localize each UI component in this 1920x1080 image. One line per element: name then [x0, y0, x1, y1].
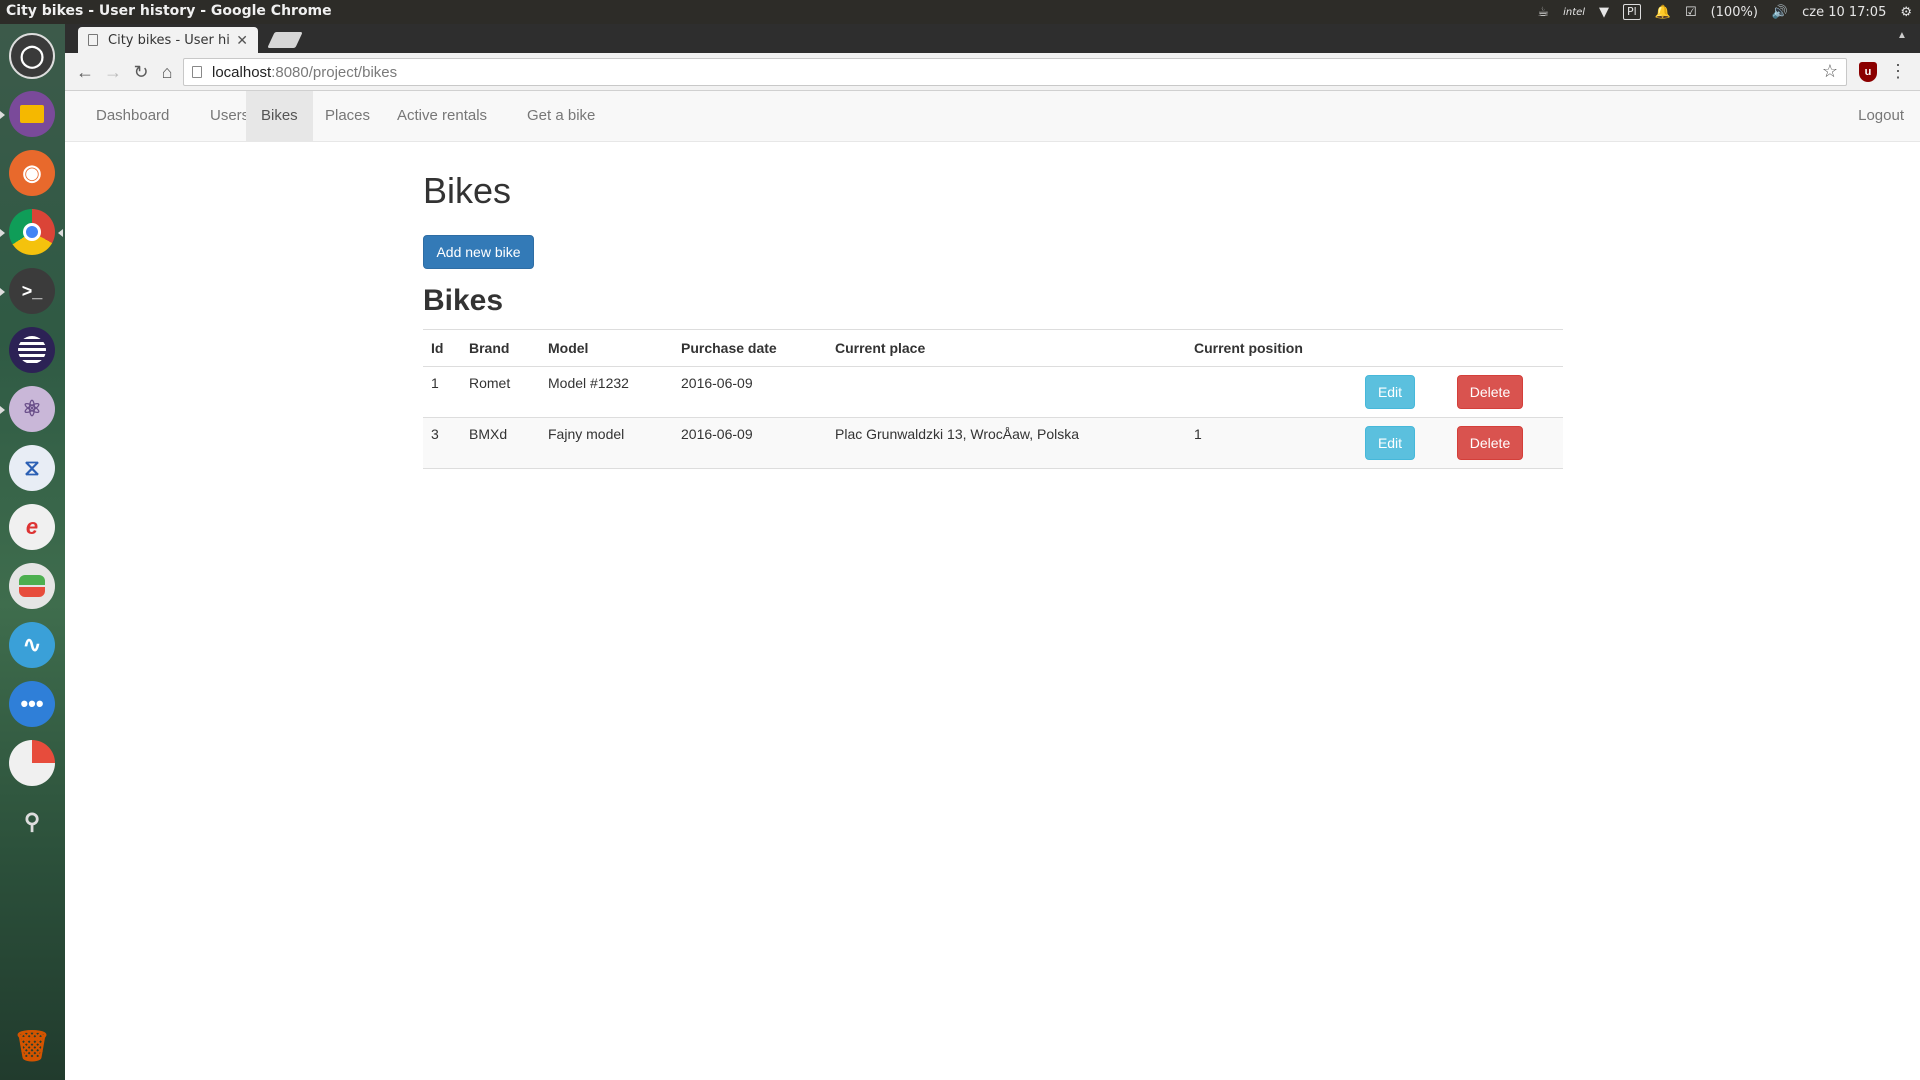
notification-bell-icon[interactable]: 🔔 — [1655, 0, 1671, 24]
cell-model: Model #1232 — [540, 366, 673, 418]
cell-purchase-date: 2016-06-09 — [673, 366, 827, 418]
window-title: City bikes - User history - Google Chrom… — [6, 3, 332, 19]
table-header-row: Id Brand Model Purchase date Current pla… — [423, 329, 1563, 367]
table-heading: Bikes — [423, 284, 504, 317]
browser-window: City bikes - User his ✕ ▲ ← → ↻ ⌂ localh… — [65, 24, 1920, 1080]
nav-active-rentals[interactable]: Active rentals — [382, 91, 502, 141]
activity-monitor-icon[interactable]: ∿ — [9, 622, 55, 668]
table-row: 1 Romet Model #1232 2016-06-09 Edit Dele… — [423, 366, 1563, 418]
delete-button[interactable]: Delete — [1457, 375, 1523, 409]
column-header: Current position — [1186, 329, 1357, 367]
chat-bubble-icon[interactable]: ••• — [9, 681, 55, 727]
table-row: 3 BMXd Fajny model 2016-06-09 Plac Grunw… — [423, 417, 1563, 469]
column-header: Model — [540, 329, 673, 367]
indicator-area: ☕ intel ▼ Pl 🔔 ☑ (100%) 🔊 cze 10 17:05 ⚙ — [1537, 0, 1912, 24]
page-viewport: Dashboard Users Bikes Places Active rent… — [65, 91, 1920, 1080]
back-icon[interactable]: ← — [74, 61, 96, 83]
files-icon[interactable] — [9, 91, 55, 137]
add-new-bike-button[interactable]: Add new bike — [423, 235, 534, 269]
nav-places[interactable]: Places — [310, 91, 385, 141]
address-bar[interactable]: localhost:8080/project/bikes ☆ — [183, 58, 1847, 86]
nav-logout[interactable]: Logout — [1843, 91, 1919, 141]
browser-toolbar: ← → ↻ ⌂ localhost:8080/project/bikes ☆ u… — [65, 53, 1920, 91]
delete-button[interactable]: Delete — [1457, 426, 1523, 460]
page-info-icon[interactable] — [192, 66, 202, 78]
firefox-icon[interactable]: ◉ — [9, 150, 55, 196]
cell-brand: Romet — [461, 366, 540, 418]
cell-id: 1 — [423, 366, 461, 418]
cell-current-position — [1186, 366, 1357, 418]
terminal-icon[interactable]: >_ — [9, 268, 55, 314]
column-header: Purchase date — [673, 329, 827, 367]
signature-app-icon[interactable]: e — [9, 504, 55, 550]
bookmark-star-icon[interactable]: ☆ — [1822, 61, 1838, 82]
forward-icon[interactable]: → — [102, 61, 124, 83]
cell-current-place — [827, 366, 1186, 418]
nav-dashboard[interactable]: Dashboard — [81, 91, 184, 141]
intel-icon[interactable]: intel — [1563, 0, 1585, 24]
cell-model: Fajny model — [540, 417, 673, 469]
column-header: Brand — [461, 329, 540, 367]
profile-icon[interactable]: ▲ — [1894, 30, 1910, 46]
cell-purchase-date: 2016-06-09 — [673, 417, 827, 469]
power-gear-icon[interactable]: ⚙ — [1900, 0, 1912, 24]
top-panel: City bikes - User history - Google Chrom… — [0, 0, 1920, 24]
battery-percent[interactable]: (100%) — [1711, 0, 1758, 24]
url-path: :8080/project/bikes — [271, 63, 398, 81]
battery-check-icon[interactable]: ☑ — [1685, 0, 1697, 24]
coffee-icon[interactable]: ☕ — [1537, 0, 1549, 24]
reload-icon[interactable]: ↻ — [130, 61, 152, 83]
page-title: Bikes — [423, 170, 512, 211]
column-header-empty — [1357, 329, 1449, 367]
ubuntu-logo-icon[interactable]: ◯ — [9, 33, 55, 79]
edit-button[interactable]: Edit — [1365, 426, 1415, 460]
nav-bikes[interactable]: Bikes — [246, 91, 313, 141]
browser-tab[interactable]: City bikes - User his ✕ — [78, 27, 258, 53]
page-icon — [88, 34, 98, 46]
nav-get-a-bike[interactable]: Get a bike — [512, 91, 610, 141]
bikes-table: Id Brand Model Purchase date Current pla… — [423, 329, 1563, 469]
home-icon[interactable]: ⌂ — [156, 61, 178, 83]
atom-editor-icon[interactable]: ⚛ — [9, 386, 55, 432]
eclipse-icon[interactable] — [9, 327, 55, 373]
column-header-empty — [1449, 329, 1563, 367]
vscode-icon[interactable]: ⧖ — [9, 445, 55, 491]
chrome-icon[interactable] — [9, 209, 55, 255]
cell-current-place: Plac Grunwaldzki 13, WrocÅaw, Polska — [827, 417, 1186, 469]
close-tab-icon[interactable]: ✕ — [236, 32, 248, 49]
wifi-icon[interactable]: ▼ — [1599, 0, 1609, 24]
launcher: ◯ ◉ >_ ⚛ ⧖ e ∿ ••• ⚲ 🗑 — [0, 24, 65, 1080]
toggle-settings-icon[interactable] — [9, 563, 55, 609]
navbar: Dashboard Users Bikes Places Active rent… — [65, 91, 1920, 142]
clock[interactable]: cze 10 17:05 — [1802, 0, 1886, 24]
column-header: Current place — [827, 329, 1186, 367]
volume-icon[interactable]: 🔊 — [1772, 0, 1788, 24]
cell-id: 3 — [423, 417, 461, 469]
url-host: localhost — [212, 63, 272, 81]
cell-brand: BMXd — [461, 417, 540, 469]
cell-current-position: 1 — [1186, 417, 1357, 469]
kebab-menu-icon[interactable]: ⋮ — [1889, 62, 1907, 80]
column-header: Id — [423, 329, 461, 367]
keyboard-layout-indicator[interactable]: Pl — [1623, 4, 1641, 20]
tab-strip: City bikes - User his ✕ ▲ — [65, 24, 1920, 53]
trash-icon[interactable]: 🗑 — [9, 1023, 55, 1069]
tab-title: City bikes - User his — [108, 32, 231, 48]
edit-button[interactable]: Edit — [1365, 375, 1415, 409]
new-tab-button[interactable] — [267, 32, 303, 48]
pie-app-icon[interactable] — [9, 740, 55, 786]
search-lens-icon[interactable]: ⚲ — [9, 799, 55, 845]
ublock-shield-icon[interactable]: u — [1859, 62, 1877, 82]
